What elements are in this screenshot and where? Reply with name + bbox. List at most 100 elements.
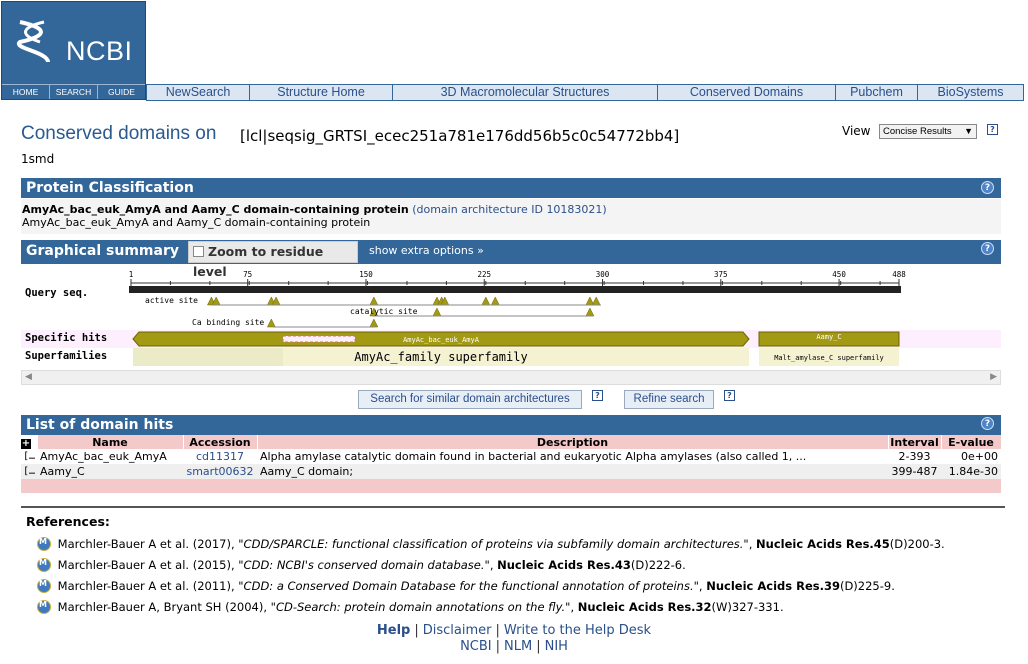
- ruler-tick-label: 75: [243, 270, 252, 279]
- footer-ncbi-link[interactable]: NCBI: [460, 639, 492, 654]
- nav-3d-structures[interactable]: 3D Macromolecular Structures: [393, 85, 658, 100]
- specific-hit-amyac-label: AmyAc_bac_euk_AmyA: [403, 336, 480, 344]
- ref-pages: (D)222-6.: [630, 558, 686, 572]
- specific-hit-aamy-c-label: Aamy_C: [816, 333, 841, 341]
- catalytic-site-mark[interactable]: [585, 307, 595, 317]
- show-extra-options-link[interactable]: show extra options »: [369, 244, 484, 257]
- footer-disclaimer-link[interactable]: Disclaimer: [423, 623, 492, 638]
- hit-accession-link[interactable]: smart00632: [186, 465, 253, 478]
- row-expand-toggle[interactable]: [+]: [21, 449, 37, 464]
- zoom-checkbox[interactable]: [193, 246, 204, 257]
- ca-binding-mark[interactable]: [369, 318, 379, 328]
- expand-all-icon[interactable]: +: [21, 438, 31, 449]
- divider: [21, 506, 1005, 508]
- footer-help-link[interactable]: Help: [377, 623, 410, 638]
- nav-conserved-domains[interactable]: Conserved Domains: [658, 85, 836, 100]
- ruler-tick-label: 225: [477, 270, 491, 279]
- footer-nlm-link[interactable]: NLM: [504, 639, 532, 654]
- column-name[interactable]: Name: [37, 435, 184, 449]
- graphic-scrollbar[interactable]: ◀ ▶: [21, 370, 1001, 385]
- query-subtitle: 1smd: [21, 152, 55, 166]
- domain-hits-header: List of domain hits: [21, 415, 1001, 435]
- dna-helix-icon: [16, 20, 50, 63]
- hit-name: AmyAc_bac_euk_AmyA: [37, 449, 183, 464]
- logo-nav-guide[interactable]: GUIDE: [98, 85, 145, 99]
- query-id: [lcl|seqsig_GRTSI_ecec251a781e176dd56b5c…: [240, 127, 680, 145]
- active-site-mark[interactable]: [591, 296, 601, 306]
- superfamily-amyac[interactable]: AmyAc_family superfamily: [133, 348, 749, 366]
- protein-name: AmyAc_bac_euk_AmyA and Aamy_C domain-con…: [22, 203, 409, 216]
- pubmed-icon[interactable]: [37, 579, 51, 593]
- logo-nav: HOME SEARCH GUIDE: [2, 84, 145, 99]
- page-title: Conserved domains on: [21, 123, 217, 144]
- search-similar-architectures-button[interactable]: Search for similar domain architectures: [358, 390, 582, 409]
- column-interval[interactable]: Interval: [888, 435, 942, 449]
- active-site-label[interactable]: active site: [145, 296, 198, 305]
- nav-biosystems[interactable]: BioSystems: [918, 85, 1023, 100]
- specific-hit-amyac[interactable]: AmyAc_bac_euk_AmyA: [132, 331, 750, 347]
- superfamily-malt-label: Malt_amylase_C superfamily: [774, 354, 884, 362]
- logo-nav-search[interactable]: SEARCH: [50, 85, 98, 99]
- reference-item: Marchler-Bauer A et al. (2017), "CDD/SPA…: [37, 537, 945, 551]
- scroll-left-icon[interactable]: ◀: [25, 371, 32, 384]
- zoom-to-residue-toggle[interactable]: Zoom to residue level: [188, 241, 358, 279]
- superfamily-malt[interactable]: Malt_amylase_C superfamily: [759, 348, 899, 366]
- domain-graphic: 1 75 150 225 300 375 450 488 Query seq. active …: [21, 270, 1001, 366]
- pubmed-icon[interactable]: [37, 537, 51, 551]
- active-site-mark[interactable]: [369, 296, 379, 306]
- reference-item: Marchler-Bauer A et al. (2015), "CDD: NC…: [37, 558, 686, 572]
- nav-structure-home[interactable]: Structure Home: [250, 85, 393, 100]
- superfamilies-label: Superfamilies: [25, 350, 107, 362]
- hit-accession-link[interactable]: cd11317: [196, 450, 244, 463]
- specific-hit-aamy-c[interactable]: Aamy_C: [758, 331, 900, 347]
- ca-binding-label[interactable]: Ca binding site: [192, 318, 264, 327]
- view-select[interactable]: Concise Results ▼: [879, 124, 977, 139]
- logo-text: NCBI: [66, 36, 133, 66]
- refine-search-button[interactable]: Refine search: [624, 390, 714, 409]
- column-description[interactable]: Description: [257, 435, 889, 449]
- ruler: 1 75 150 225 300 375 450 488: [129, 270, 906, 286]
- column-evalue[interactable]: E-value: [941, 435, 1002, 449]
- footer-helpdesk-link[interactable]: Write to the Help Desk: [504, 623, 651, 638]
- ref-title: "CDD: NCBI's conserved domain database.": [238, 558, 490, 572]
- logo-nav-home[interactable]: HOME: [2, 85, 50, 99]
- domain-architecture-link[interactable]: (domain architecture ID 10183021): [412, 203, 607, 216]
- ruler-tick-label: 1: [129, 270, 134, 279]
- catalytic-site-mark[interactable]: [432, 307, 442, 317]
- graphical-help-icon[interactable]: ?: [981, 242, 994, 255]
- ruler-tick-label: 450: [832, 270, 846, 279]
- nav-newsearch[interactable]: NewSearch: [147, 85, 250, 100]
- pubmed-icon[interactable]: [37, 600, 51, 614]
- pubmed-icon[interactable]: [37, 558, 51, 572]
- domain-hits-title: List of domain hits: [26, 417, 174, 433]
- hit-name: Aamy_C: [37, 464, 183, 479]
- ref-title: "CDD: a Conserved Domain Database for th…: [238, 579, 699, 593]
- ref-authors: Marchler-Bauer A et al. (2015),: [57, 558, 239, 572]
- similar-help-icon[interactable]: ?: [592, 390, 603, 401]
- reference-item: Marchler-Bauer A et al. (2011), "CDD: a …: [37, 579, 895, 593]
- table-row: [+] Aamy_C smart00632 Aamy_C domain; 399…: [21, 464, 1001, 479]
- ca-binding-mark[interactable]: [266, 318, 276, 328]
- separator: |: [414, 623, 419, 638]
- expand-all-cell[interactable]: +: [21, 435, 38, 449]
- classification-help-icon[interactable]: ?: [981, 181, 994, 194]
- scroll-right-icon[interactable]: ▶: [990, 371, 997, 384]
- view-help-icon[interactable]: ?: [987, 124, 998, 135]
- column-accession[interactable]: Accession: [183, 435, 258, 449]
- query-sequence-bar: [129, 286, 901, 293]
- view-select-value: Concise Results: [883, 126, 952, 137]
- view-label: View: [842, 124, 871, 138]
- reference-item: Marchler-Bauer A, Bryant SH (2004), "CD-…: [37, 600, 784, 614]
- nav-pubchem[interactable]: Pubchem: [836, 85, 918, 100]
- ruler-tick-label: 150: [359, 270, 373, 279]
- refine-help-icon[interactable]: ?: [724, 390, 735, 401]
- active-site-mark[interactable]: [481, 296, 491, 306]
- hits-help-icon[interactable]: ?: [981, 417, 994, 430]
- row-expand-toggle[interactable]: [+]: [21, 464, 37, 479]
- active-site-mark[interactable]: [490, 296, 500, 306]
- footer-nih-link[interactable]: NIH: [545, 639, 568, 654]
- separator: |: [536, 639, 541, 654]
- active-site-marks: [207, 296, 601, 306]
- hit-description: Aamy_C domain;: [257, 464, 888, 479]
- catalytic-site-label[interactable]: catalytic site: [350, 307, 418, 316]
